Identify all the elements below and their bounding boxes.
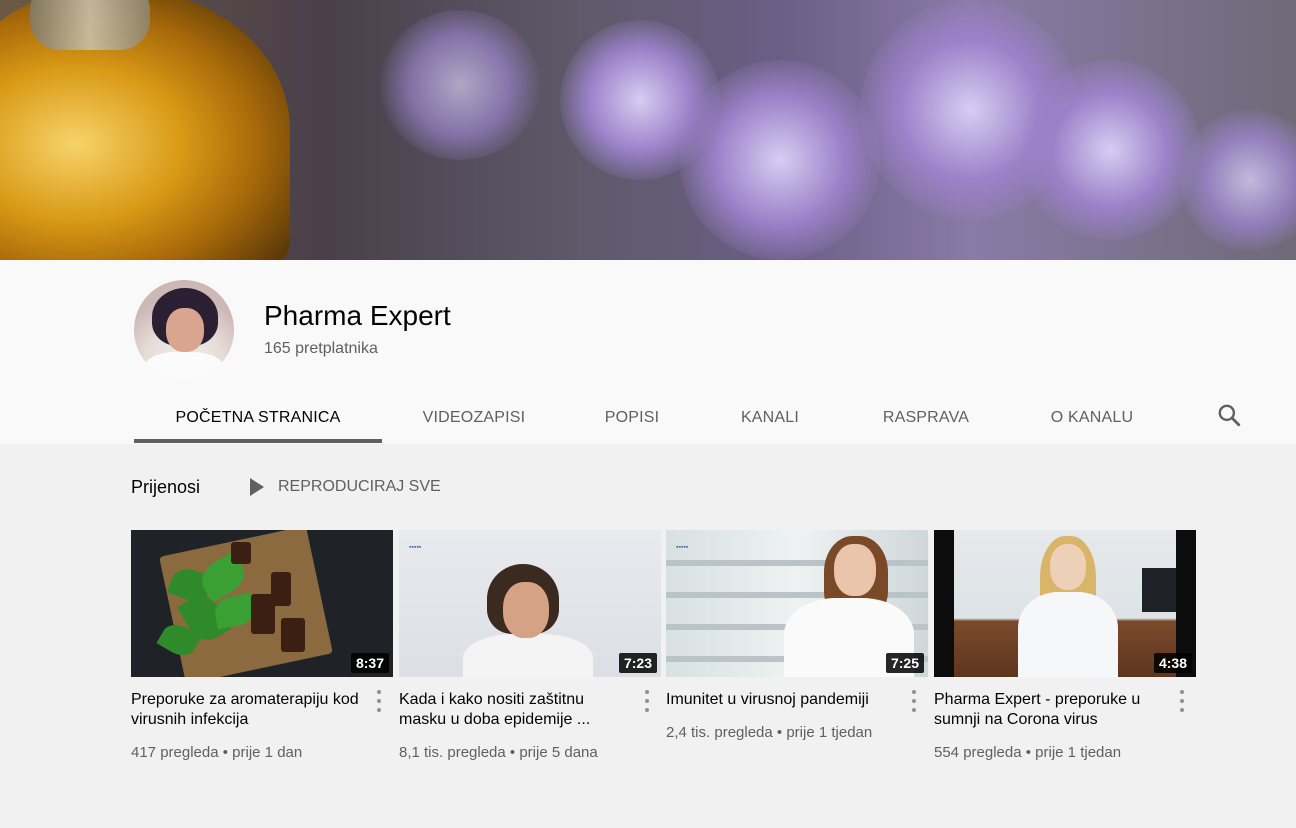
thumbnail-logo-icon: ▪▪▪▪▪ [676,544,689,551]
video-views: 417 pregleda [131,744,219,761]
video-card[interactable]: ▪▪▪▪▪ 7:25 Imunitet u virusnoj pandemiji… [666,530,928,741]
active-tab-indicator [134,439,382,443]
banner-lavender [1020,60,1200,240]
meta-separator: • [222,744,233,761]
video-card[interactable]: ▪▪▪▪▪ 7:23 Kada i kako nositi zaštitnu m… [399,530,661,761]
video-meta: 8,1 tis. pregleda • prije 5 dana [399,744,598,761]
tab-discussion[interactable]: RASPRAVA [862,394,990,442]
thumbnail-art [463,634,593,677]
video-age: prije 1 tjedan [1035,744,1122,761]
play-icon [250,478,264,496]
avatar-coat [144,352,224,380]
channel-header: Pharma Expert 165 pretplatnika POČETNA S… [0,260,1296,444]
video-card[interactable]: 4:38 Pharma Expert - preporuke u sumnji … [934,530,1196,761]
tab-videos[interactable]: VIDEOZAPISI [404,394,544,442]
banner-lavender [680,60,880,260]
thumbnail-art [834,544,876,596]
channel-avatar[interactable] [134,280,234,380]
subscriber-count: 165 pretplatnika [264,340,378,357]
thumbnail-art [954,530,1176,677]
thumbnail-art [251,594,275,634]
video-duration: 8:37 [350,653,389,673]
video-title[interactable]: Kada i kako nositi zaštitnu masku u doba… [399,690,631,730]
tab-playlists[interactable]: POPISI [586,394,678,442]
video-meta: 554 pregleda • prije 1 tjedan [934,744,1121,761]
tab-home[interactable]: POČETNA STRANICA [134,394,382,442]
thumbnail-art [503,582,549,638]
video-age: prije 5 dana [519,744,598,761]
avatar-face [166,308,204,352]
video-title[interactable]: Pharma Expert - preporuke u sumnji na Co… [934,690,1166,730]
banner-bottle-neck [30,0,150,50]
video-views: 554 pregleda [934,744,1022,761]
search-icon[interactable] [1216,402,1242,428]
video-meta: 2,4 tis. pregleda • prije 1 tjedan [666,724,872,741]
play-all-button[interactable]: REPRODUCIRAJ SVE [248,478,441,496]
banner-lavender [380,10,540,160]
video-age: prije 1 dan [232,744,303,761]
channel-tabs: POČETNA STRANICA VIDEOZAPISI POPISI KANA… [134,394,1264,444]
video-age: prije 1 tjedan [786,724,873,741]
video-duration: 7:23 [618,653,657,673]
video-thumbnail[interactable]: ▪▪▪▪▪ 7:23 [399,530,661,677]
thumbnail-art [666,592,928,598]
meta-separator: • [1025,744,1036,761]
section-title: Prijenosi [131,477,201,497]
video-duration: 4:38 [1153,653,1192,673]
channel-banner [0,0,1296,260]
thumbnail-logo-icon: ▪▪▪▪▪ [409,544,422,551]
video-views: 8,1 tis. pregleda [399,744,506,761]
video-thumbnail[interactable]: 4:38 [934,530,1196,677]
video-thumbnail[interactable]: 8:37 [131,530,393,677]
thumbnail-art [1050,544,1086,590]
thumbnail-art [231,542,251,564]
meta-separator: • [776,724,787,741]
video-menu-icon[interactable] [910,690,918,712]
thumbnail-art [666,560,928,566]
video-thumbnail[interactable]: ▪▪▪▪▪ 7:25 [666,530,928,677]
video-menu-icon[interactable] [1178,690,1186,712]
tab-about[interactable]: O KANALU [1034,394,1150,442]
thumbnail-art [1018,592,1118,677]
video-views: 2,4 tis. pregleda [666,724,773,741]
tab-channels[interactable]: KANALI [724,394,816,442]
thumbnail-art [1142,568,1176,612]
video-title[interactable]: Preporuke za aromaterapiju kod virusnih … [131,690,363,730]
video-title[interactable]: Imunitet u virusnoj pandemiji [666,690,898,710]
video-meta: 417 pregleda • prije 1 dan [131,744,302,761]
video-menu-icon[interactable] [375,690,383,712]
meta-separator: • [509,744,520,761]
channel-name: Pharma Expert [264,300,451,331]
video-menu-icon[interactable] [643,690,651,712]
thumbnail-art [281,618,305,652]
video-card[interactable]: 8:37 Preporuke za aromaterapiju kod viru… [131,530,393,761]
video-duration: 7:25 [885,653,924,673]
play-all-label: REPRODUCIRAJ SVE [278,478,441,495]
